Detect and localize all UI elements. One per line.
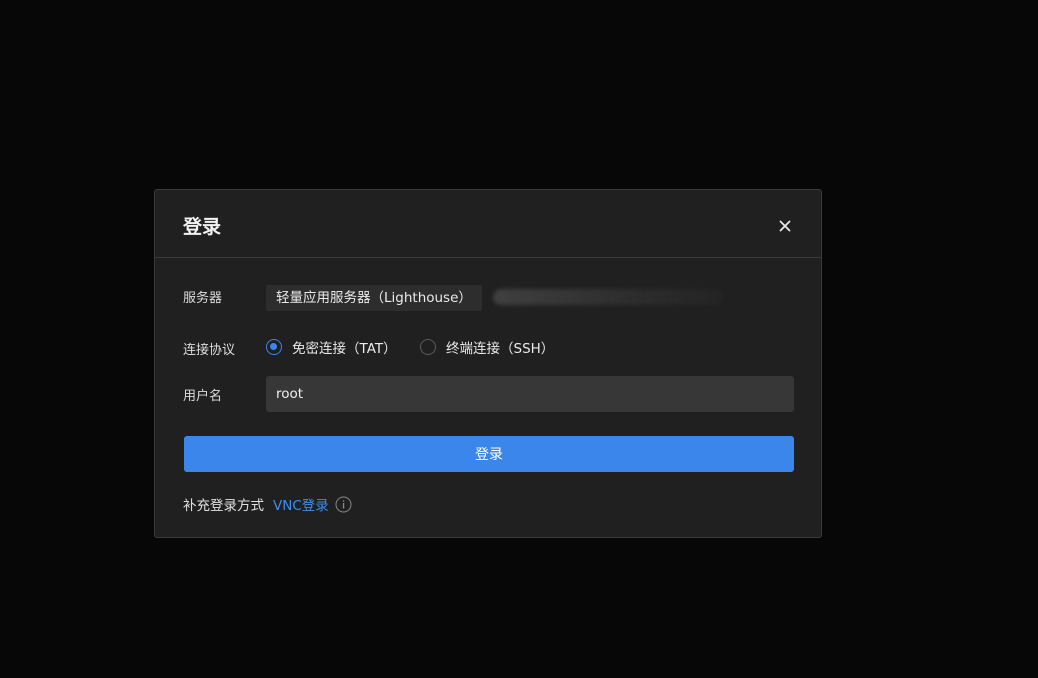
dialog-header: 登录 — [155, 190, 821, 258]
radio-ssh[interactable]: 终端连接（SSH） — [420, 337, 554, 357]
username-label: 用户名 — [183, 389, 223, 404]
radio-ssh-label: 终端连接（SSH） — [446, 341, 555, 357]
close-icon — [779, 220, 791, 232]
vnc-login-link[interactable]: VNC登录 — [273, 494, 329, 514]
close-button[interactable] — [779, 220, 791, 232]
radio-tat[interactable]: 免密连接（TAT） — [266, 337, 397, 357]
extra-login-row: 补充登录方式 VNC登录 — [183, 494, 352, 514]
radio-unchecked-icon — [420, 339, 436, 355]
server-id-redacted — [493, 289, 723, 305]
protocol-label: 连接协议 — [183, 343, 236, 358]
login-button[interactable]: 登录 — [184, 436, 794, 472]
extra-login-label: 补充登录方式 — [183, 498, 264, 514]
dialog-title: 登录 — [183, 216, 222, 238]
username-input[interactable] — [266, 376, 794, 412]
server-label: 服务器 — [183, 291, 223, 306]
info-icon[interactable] — [335, 496, 352, 513]
radio-checked-icon — [266, 339, 282, 355]
server-type-tag: 轻量应用服务器（Lighthouse） — [266, 285, 482, 311]
radio-tat-label: 免密连接（TAT） — [292, 341, 397, 357]
login-dialog: 登录 服务器 轻量应用服务器（Lighthouse） 连接协议 免密连接（TAT… — [154, 189, 822, 538]
